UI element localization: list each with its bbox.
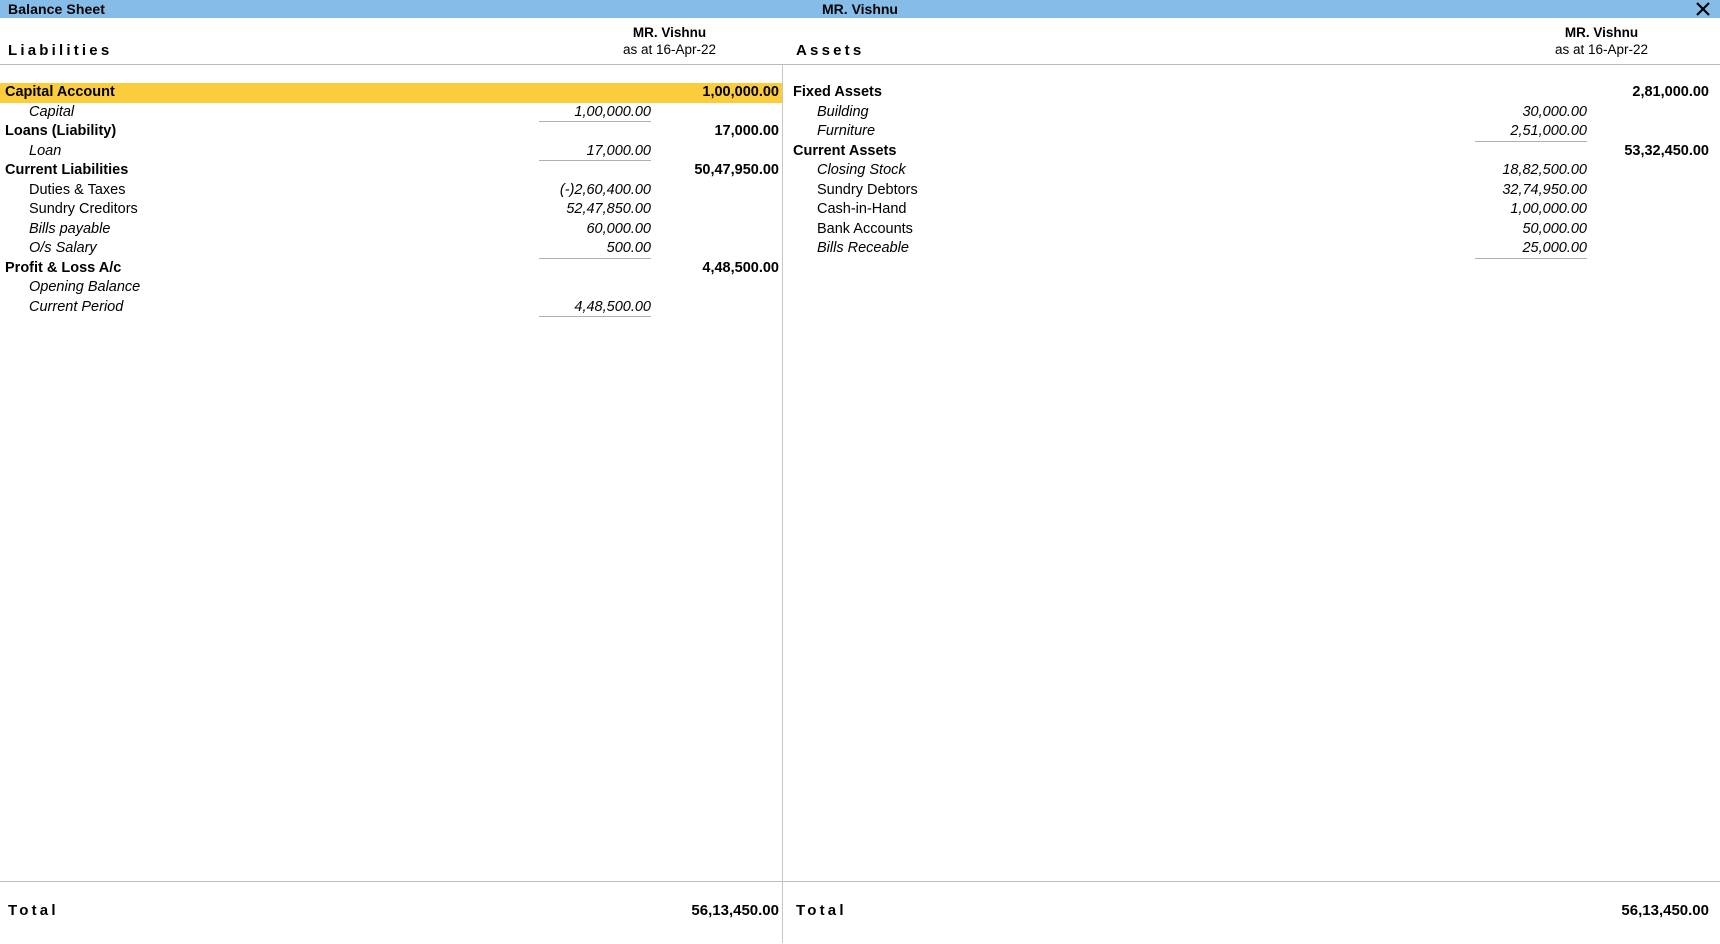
row-amount: 1,00,000.00 (574, 103, 651, 120)
group-row[interactable]: Capital Account 1,00,000.00 (0, 83, 782, 103)
row-amount: 17,000.00 (586, 142, 651, 159)
row-label: Bank Accounts (817, 220, 913, 237)
group-row[interactable]: Fixed Assets 2,81,000.00 (783, 83, 1720, 103)
row-amount: 2,51,000.00 (1510, 123, 1587, 139)
liabilities-total-label: Total (8, 902, 59, 919)
row-label: Opening Balance (29, 279, 141, 295)
row-label: Building (817, 103, 869, 120)
row-label: Profit & Loss A/c (5, 259, 122, 276)
row-label: Bills payable (29, 220, 111, 237)
liabilities-header: Liabilities MR. Vishnu as at 16-Apr-22 (0, 19, 783, 64)
ledger-row[interactable]: Cash-in-Hand 1,00,000.00 (783, 200, 1720, 220)
assets-total-label: Total (796, 902, 847, 919)
row-amount: (-)2,60,400.00 (559, 181, 651, 198)
liabilities-label: Liabilities (8, 42, 113, 59)
ledger-row[interactable]: O/s Salary 500.00 (0, 239, 782, 259)
assets-row-list: Fixed Assets 2,81,000.00 Building 30,000.00… (783, 65, 1720, 259)
ledger-row[interactable]: Bank Accounts 50,000.00 (783, 220, 1720, 240)
column-headers: Liabilities MR. Vishnu as at 16-Apr-22 A… (0, 19, 1720, 65)
assets-total: Total 56,13,450.00 (783, 882, 1720, 943)
liabilities-total: Total 56,13,450.00 (0, 882, 783, 943)
row-amount: 50,000.00 (1522, 220, 1587, 237)
liabilities-pane: Capital Account 1,00,000.00 Capital 1,00,00… (0, 65, 783, 881)
balance-sheet-window: Balance Sheet MR. Vishnu Liabilities MR.… (0, 0, 1720, 944)
row-label: Cash-in-Hand (817, 201, 907, 217)
ledger-row[interactable]: Closing Stock 18,82,500.00 (783, 161, 1720, 181)
ledger-row[interactable]: Capital 1,00,000.00 (0, 103, 782, 123)
liabilities-total-value: 56,13,450.00 (691, 902, 779, 919)
ledger-row[interactable]: Current Period 4,48,500.00 (0, 298, 782, 318)
ledger-row[interactable]: Furniture 2,51,000.00 (783, 122, 1720, 142)
row-label: Bills Receable (817, 240, 909, 256)
assets-company-name: MR. Vishnu (1564, 25, 1639, 40)
group-row[interactable]: Current Assets 53,32,450.00 (783, 142, 1720, 162)
ledger-row[interactable]: Sundry Creditors 52,47,850.00 (0, 200, 782, 220)
row-amount: 32,74,950.00 (1502, 181, 1587, 198)
assets-as-at-date: as at 16-Apr-22 (1554, 42, 1648, 57)
row-label: Loans (Liability) (5, 123, 117, 139)
balance-sheet-body: Capital Account 1,00,000.00 Capital 1,00,00… (0, 65, 1720, 881)
row-amount: 1,00,000.00 (702, 84, 779, 100)
row-amount: 53,32,450.00 (1624, 142, 1709, 159)
ledger-row[interactable]: Sundry Debtors 32,74,950.00 (783, 181, 1720, 201)
row-label: Closing Stock (817, 162, 906, 178)
liabilities-as-at-date: as at 16-Apr-22 (622, 42, 716, 57)
row-label: Fixed Assets (793, 84, 882, 100)
liabilities-row-list: Capital Account 1,00,000.00 Capital 1,00,00… (0, 65, 782, 317)
assets-period-block: MR. Vishnu as at 16-Apr-22 (1555, 24, 1648, 58)
row-amount: 18,82,500.00 (1502, 162, 1587, 178)
row-amount: 30,000.00 (1522, 103, 1587, 120)
liabilities-period-block: MR. Vishnu as at 16-Apr-22 (623, 24, 716, 58)
row-amount: 1,00,000.00 (1510, 201, 1587, 217)
assets-pane: Fixed Assets 2,81,000.00 Building 30,000.00… (783, 65, 1720, 881)
row-label: Loan (29, 142, 62, 159)
assets-header: Assets MR. Vishnu as at 16-Apr-22 (783, 19, 1720, 64)
ledger-row[interactable]: Bills payable 60,000.00 (0, 220, 782, 240)
row-label: Sundry Debtors (817, 181, 918, 198)
row-amount: 500.00 (606, 240, 651, 256)
row-label: Capital (29, 103, 75, 120)
row-amount: 60,000.00 (586, 220, 651, 237)
group-row[interactable]: Current Liabilities 50,47,950.00 (0, 161, 782, 181)
row-amount: 50,47,950.00 (694, 162, 779, 178)
row-amount: 25,000.00 (1522, 240, 1587, 256)
window-company-name: MR. Vishnu (822, 1, 898, 17)
row-amount: 4,48,500.00 (702, 259, 779, 276)
close-icon (1694, 0, 1712, 18)
window-titlebar: Balance Sheet MR. Vishnu (0, 0, 1720, 19)
liabilities-company-name: MR. Vishnu (632, 25, 707, 40)
row-label: Capital Account (5, 84, 115, 100)
row-label: Sundry Creditors (29, 201, 138, 217)
assets-label: Assets (796, 42, 865, 59)
row-label: Duties & Taxes (29, 181, 126, 198)
ledger-row[interactable]: Bills Receable 25,000.00 (783, 239, 1720, 259)
ledger-row[interactable]: Duties & Taxes (-)2,60,400.00 (0, 181, 782, 201)
assets-total-value: 56,13,450.00 (1621, 902, 1709, 919)
group-row[interactable]: Profit & Loss A/c 4,48,500.00 (0, 259, 782, 279)
row-label: Furniture (817, 123, 876, 139)
group-row[interactable]: Loans (Liability) 17,000.00 (0, 122, 782, 142)
row-amount: 2,81,000.00 (1632, 84, 1709, 100)
ledger-row[interactable]: Loan 17,000.00 (0, 142, 782, 162)
close-button[interactable] (1692, 0, 1714, 20)
row-label: Current Liabilities (5, 162, 129, 178)
row-label: Current Assets (793, 142, 897, 159)
ledger-row[interactable]: Opening Balance (0, 278, 782, 298)
row-label: O/s Salary (29, 240, 97, 256)
row-amount: 17,000.00 (714, 123, 779, 139)
ledger-row[interactable]: Building 30,000.00 (783, 103, 1720, 123)
totals-bar: Total 56,13,450.00 Total 56,13,450.00 (0, 881, 1720, 943)
row-amount: 4,48,500.00 (574, 298, 651, 315)
row-label: Current Period (29, 298, 124, 315)
row-amount: 52,47,850.00 (566, 201, 651, 217)
